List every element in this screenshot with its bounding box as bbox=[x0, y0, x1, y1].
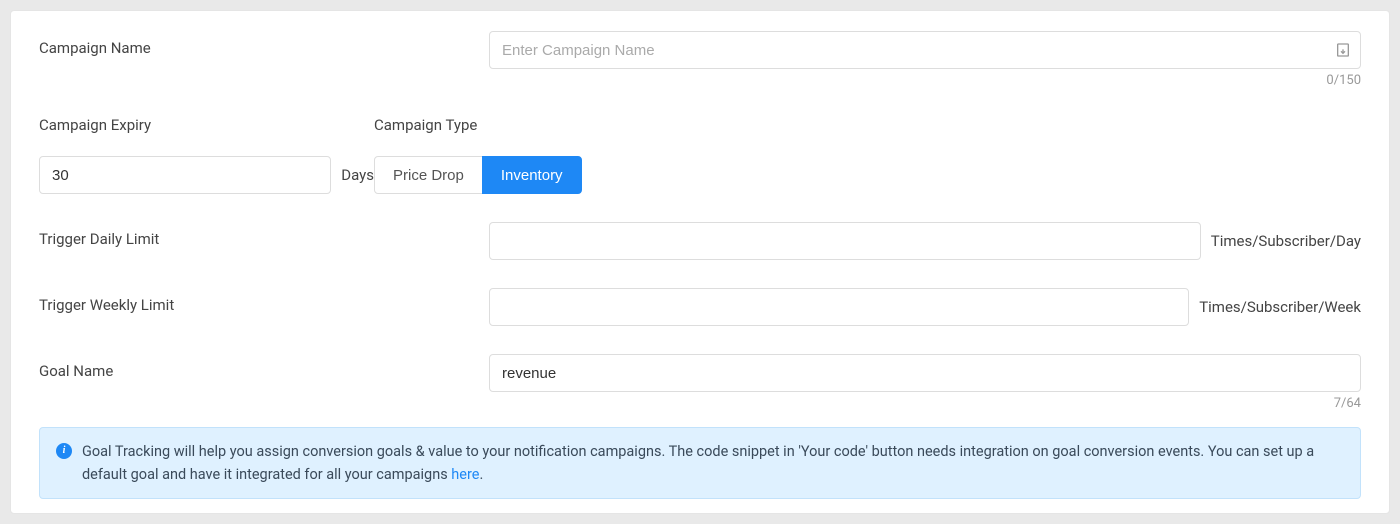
goal-name-counter: 7/64 bbox=[489, 396, 1361, 411]
campaign-expiry-label: Campaign Expiry bbox=[39, 116, 374, 134]
campaign-name-counter: 0/150 bbox=[489, 73, 1361, 88]
campaign-type-toggle: Price Drop Inventory bbox=[374, 156, 582, 194]
goal-tracking-info-text: Goal Tracking will help you assign conve… bbox=[82, 440, 1344, 486]
goal-name-input[interactable] bbox=[489, 354, 1361, 392]
trigger-weekly-label: Trigger Weekly Limit bbox=[39, 288, 374, 314]
campaign-type-label: Campaign Type bbox=[374, 116, 582, 134]
trigger-weekly-input[interactable] bbox=[489, 288, 1189, 326]
campaign-settings-panel: Campaign Name 0/150 Campa bbox=[10, 10, 1390, 514]
info-icon: i bbox=[56, 443, 72, 459]
trigger-daily-label: Trigger Daily Limit bbox=[39, 222, 374, 248]
campaign-expiry-unit: Days bbox=[341, 166, 374, 184]
campaign-name-label: Campaign Name bbox=[39, 31, 374, 57]
goal-name-label: Goal Name bbox=[39, 354, 374, 380]
campaign-expiry-input[interactable] bbox=[39, 156, 331, 194]
campaign-name-input[interactable] bbox=[489, 31, 1361, 69]
goal-tracking-info: i Goal Tracking will help you assign con… bbox=[39, 427, 1361, 499]
campaign-type-inventory[interactable]: Inventory bbox=[482, 156, 582, 194]
goal-tracking-here-link[interactable]: here bbox=[451, 466, 479, 483]
trigger-weekly-suffix: Times/Subscriber/Week bbox=[1199, 298, 1361, 316]
campaign-type-price-drop[interactable]: Price Drop bbox=[374, 156, 483, 194]
trigger-daily-input[interactable] bbox=[489, 222, 1201, 260]
trigger-daily-suffix: Times/Subscriber/Day bbox=[1211, 232, 1361, 250]
emoji-picker-icon[interactable] bbox=[1335, 42, 1351, 58]
